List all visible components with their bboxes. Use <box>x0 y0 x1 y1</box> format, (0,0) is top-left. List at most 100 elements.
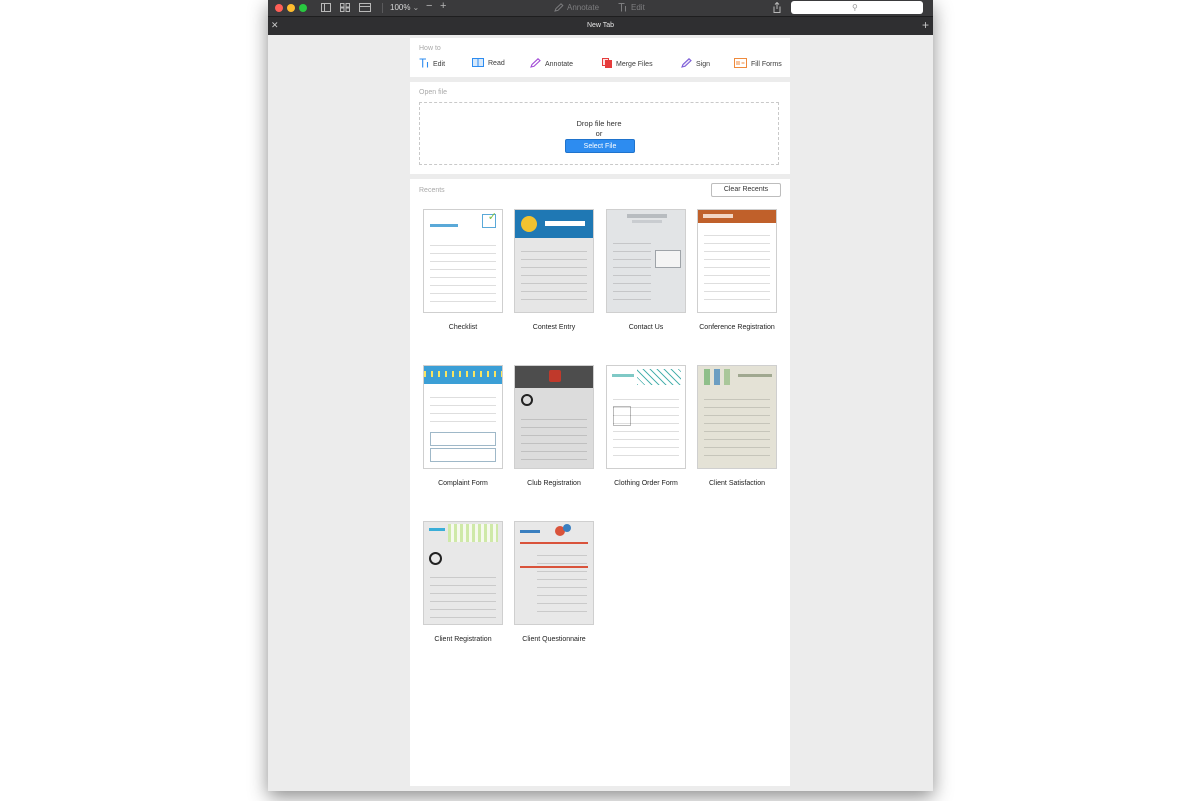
how-to-label: Sign <box>696 61 711 68</box>
speech-bubble-icon <box>563 524 571 532</box>
recent-file-title: Client Registration <box>434 636 492 643</box>
thumbnail-rule <box>520 542 588 544</box>
arrow-up-icon <box>704 369 710 385</box>
zoom-dropdown[interactable]: 100% ⌄ <box>390 3 419 13</box>
recent-file-title: Clothing Order Form <box>614 480 678 487</box>
document-thumbnail <box>423 365 503 469</box>
arrow-down-icon <box>724 369 730 385</box>
text-edit-icon <box>618 3 626 12</box>
arrow-down-icon <box>714 369 720 385</box>
document-thumbnail <box>606 209 686 313</box>
thumbnail-form-lines <box>521 412 587 462</box>
or-text: or <box>595 129 603 138</box>
open-file-panel: Open file Drop file here or Select File <box>410 82 790 174</box>
zoom-in-icon[interactable]: + <box>440 1 446 12</box>
book-icon <box>472 58 484 71</box>
thumbnail-form-lines <box>704 392 770 462</box>
edit-tool-button[interactable]: Edit <box>618 3 645 13</box>
recent-file-client-satisfaction[interactable]: Client Satisfaction <box>697 365 777 489</box>
recent-file-complaint-form[interactable]: Complaint Form <box>423 365 503 489</box>
recent-file-title: Conference Registration <box>699 324 775 331</box>
close-window-button[interactable] <box>275 4 283 12</box>
how-to-annotate-link[interactable]: Annotate <box>530 58 573 72</box>
recent-file-clothing-order-form[interactable]: Clothing Order Form <box>606 365 686 489</box>
thumbnail-textarea <box>430 448 496 462</box>
recent-file-title: Client Questionnaire <box>522 636 586 643</box>
recent-file-title: Checklist <box>448 324 478 331</box>
document-thumbnail <box>697 209 777 313</box>
zoom-window-button[interactable] <box>299 4 307 12</box>
grid-view-icon[interactable] <box>340 3 350 15</box>
share-icon[interactable] <box>773 1 781 16</box>
thumbnail-form-lines <box>613 236 651 306</box>
recent-file-contact-us[interactable]: Contact Us <box>606 209 686 333</box>
recent-file-title: Club Registration <box>527 480 581 487</box>
recent-file-contest-entry[interactable]: Contest Entry <box>514 209 594 333</box>
how-to-fill-forms-link[interactable]: Fill Forms <box>734 58 782 72</box>
document-thumbnail: ✓ <box>423 209 503 313</box>
thumbnail-pattern <box>637 369 681 385</box>
thumbnail-form-lines <box>521 244 587 306</box>
select-file-button[interactable]: Select File <box>565 139 635 153</box>
recent-file-title: Contact Us <box>628 324 664 331</box>
how-to-label: Merge Files <box>616 61 653 68</box>
how-to-label: Annotate <box>545 61 574 68</box>
how-to-merge-files-link[interactable]: Merge Files <box>602 58 653 72</box>
thumbnail-form-lines <box>704 228 770 306</box>
how-to-label: Fill Forms <box>751 61 782 68</box>
thumbnail-form-lines <box>430 238 496 306</box>
zoom-out-icon[interactable]: − <box>426 1 432 12</box>
thumbnail-form-lines <box>430 570 496 618</box>
pen-icon <box>530 58 541 72</box>
drop-file-text: Drop file here <box>576 119 622 128</box>
document-thumbnail <box>514 209 594 313</box>
reel-icon <box>521 394 533 406</box>
new-tab-icon[interactable]: + <box>922 18 929 32</box>
recent-file-title: Contest Entry <box>532 324 576 331</box>
thumbnail-textarea <box>430 432 496 446</box>
tab-title[interactable]: New Tab <box>268 21 933 31</box>
recent-file-client-questionnaire[interactable]: Client Questionnaire <box>514 521 594 645</box>
thumbnail-banner-text-graphic <box>545 221 585 226</box>
thumbnail-form-lines <box>613 392 679 462</box>
toolbar-divider <box>382 3 383 13</box>
recents-title: Recents <box>419 187 445 194</box>
thumbnail-heading-graphic <box>632 220 662 223</box>
thumbnail-banner-text-graphic <box>703 214 733 218</box>
thumbnail-form-lines <box>537 548 587 618</box>
app-window: 100% ⌄ − + Annotate Edit ⚲ ✕ New Tab + Ho… <box>268 0 933 791</box>
sidebar-toggle-icon[interactable] <box>321 3 331 15</box>
clear-recents-button[interactable]: Clear Recents <box>711 183 781 197</box>
document-thumbnail <box>423 521 503 625</box>
recent-file-conference-registration[interactable]: Conference Registration <box>697 209 777 333</box>
how-to-sign-link[interactable]: Sign <box>681 58 710 72</box>
search-icon: ⚲ <box>852 3 858 12</box>
form-fill-icon <box>734 58 747 72</box>
pen-icon <box>554 3 564 12</box>
recent-file-checklist[interactable]: ✓ Checklist <box>423 209 503 333</box>
thumbnail-heading-graphic <box>627 214 667 218</box>
edit-tool-label: Edit <box>631 3 645 12</box>
search-input[interactable]: ⚲ <box>791 1 923 14</box>
how-to-label: Read <box>488 60 505 67</box>
recent-file-client-registration[interactable]: Client Registration <box>423 521 503 645</box>
recent-file-club-registration[interactable]: Club Registration <box>514 365 594 489</box>
tab-bar: ✕ New Tab + <box>268 16 933 35</box>
text-cursor-icon <box>419 58 429 72</box>
reel-icon <box>429 552 442 565</box>
document-thumbnail <box>514 521 594 625</box>
thumbnail-heading-graphic <box>429 528 445 531</box>
thumbnail-heading-graphic <box>430 224 458 227</box>
thumbnail-heading-graphic <box>738 374 772 377</box>
title-bar: 100% ⌄ − + Annotate Edit ⚲ <box>268 0 933 16</box>
annotate-tool-button[interactable]: Annotate <box>554 3 599 13</box>
zoom-level: 100% <box>390 3 411 12</box>
thumbnail-heading-graphic <box>612 374 634 377</box>
file-drop-zone[interactable]: Drop file here or Select File <box>419 102 779 165</box>
minimize-window-button[interactable] <box>287 4 295 12</box>
page-layout-icon[interactable] <box>359 3 371 15</box>
camera-icon <box>521 216 537 232</box>
chevron-down-icon: ⌄ <box>412 3 420 12</box>
how-to-read-link[interactable]: Read <box>472 58 505 71</box>
how-to-edit-link[interactable]: Edit <box>419 58 445 72</box>
